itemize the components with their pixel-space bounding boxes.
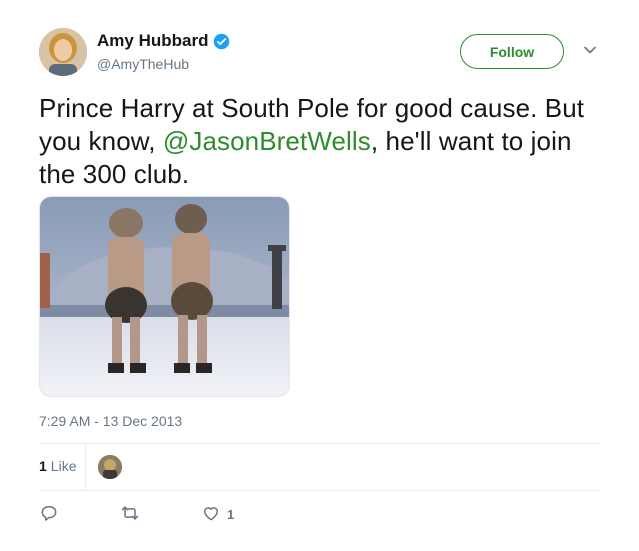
retweet-icon	[120, 503, 140, 526]
author-avatar[interactable]	[39, 28, 87, 76]
divider-bottom	[39, 490, 600, 491]
like-count: 1	[227, 507, 235, 522]
reply-button[interactable]	[39, 503, 65, 526]
retweet-button[interactable]	[120, 503, 146, 526]
likes-count: 1	[39, 458, 47, 474]
reply-icon	[39, 503, 59, 526]
likes-stat[interactable]: 1 Like	[39, 458, 76, 476]
heart-icon	[201, 503, 221, 526]
author-display-name[interactable]: Amy Hubbard	[97, 31, 208, 51]
mention-link[interactable]: @JasonBretWells	[163, 126, 371, 156]
chevron-down-icon[interactable]	[583, 43, 597, 57]
tweet-timestamp[interactable]: 7:29 AM - 13 Dec 2013	[39, 413, 182, 429]
stats-separator	[85, 444, 86, 490]
tweet-photo[interactable]	[39, 196, 290, 397]
author-handle[interactable]: @AmyTheHub	[97, 56, 189, 72]
like-button[interactable]: 1	[201, 503, 234, 526]
verified-icon	[213, 33, 230, 50]
tweet-text: Prince Harry at South Pole for good caus…	[39, 92, 609, 191]
likes-label: Like	[50, 458, 77, 474]
tweet-stats: 1 Like	[39, 444, 600, 490]
author-name-row[interactable]: Amy Hubbard	[97, 31, 230, 51]
liker-avatar[interactable]	[98, 455, 122, 479]
tweet-actions: 1	[39, 503, 600, 527]
follow-button[interactable]: Follow	[460, 34, 564, 69]
